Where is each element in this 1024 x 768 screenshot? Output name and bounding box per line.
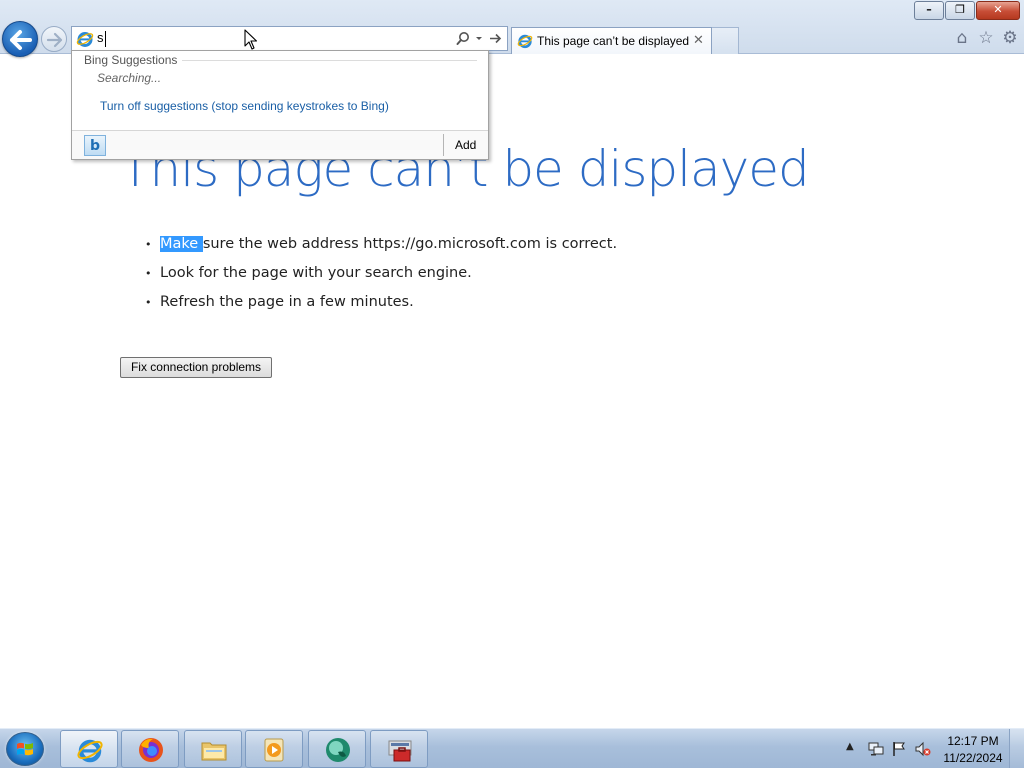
divider [182,60,477,61]
show-hidden-icons-icon[interactable]: ▲ [846,741,854,752]
back-arrow-icon [10,30,32,50]
tab-title: This page can’t be displayed [537,34,690,48]
bing-icon[interactable]: b [84,135,106,156]
firefox-icon [139,738,163,762]
suggestions-status: Searching... [97,71,162,85]
tab-close-icon[interactable]: ✕ [693,32,704,48]
volume-muted-icon[interactable] [915,741,931,757]
minimize-button[interactable]: – [914,1,944,20]
network-icon[interactable] [868,741,884,757]
toolbox-icon [388,740,412,762]
bullet-icon: • [145,267,152,280]
start-button[interactable] [6,732,44,766]
system-tray: ▲ 12:17 PM 11/22/2024 [843,729,1024,768]
tools-gear-icon[interactable]: ⚙ [998,28,1022,48]
text-caret [105,31,106,47]
bullet-icon: • [145,296,152,309]
divider [443,134,444,156]
turn-off-suggestions-link[interactable]: Turn off suggestions (stop sending keyst… [100,99,389,113]
mouse-pointer-icon [244,29,258,50]
window-controls: – ❐ ✕ [913,1,1020,20]
address-bar[interactable]: s [71,26,508,51]
clock-time[interactable]: 12:17 PM [943,734,1003,748]
internet-explorer-icon [76,32,94,47]
bullet-icon: • [145,238,152,251]
chevron-down-icon[interactable] [474,31,484,46]
action-center-flag-icon[interactable] [891,741,907,757]
windows-logo-icon [17,742,33,756]
taskbar-green-app[interactable] [308,730,366,768]
clock-date[interactable]: 11/22/2024 [940,751,1006,765]
go-arrow-icon[interactable] [488,31,503,46]
close-window-button[interactable]: ✕ [976,1,1020,20]
add-provider-button[interactable]: Add [455,138,476,152]
list-item: • Look for the page with your search engi… [145,265,617,294]
restore-icon: ❐ [955,3,965,16]
suggestions-footer: b Add [72,130,488,159]
suggestions-heading: Bing Suggestions [84,53,178,67]
browser-toolbar: – ❐ ✕ s This page can’t be displayed ✕ ⌂… [0,0,1024,57]
taskbar-file-explorer[interactable] [184,730,242,768]
taskbar-internet-explorer[interactable] [60,730,118,768]
taskbar-toolbox-app[interactable] [370,730,428,768]
restore-button[interactable]: ❐ [945,1,975,20]
new-tab-button[interactable] [712,27,739,54]
troubleshooting-list: • Make sure the web address https://go.mi… [145,236,617,323]
command-icons: ⌂ ☆ ⚙ [950,28,1022,48]
close-icon: ✕ [993,3,1003,16]
internet-explorer-icon [77,739,103,763]
taskbar-media-player[interactable] [245,730,303,768]
forward-button[interactable] [41,26,67,52]
search-icon[interactable] [456,31,470,46]
show-desktop-button[interactable] [1009,729,1024,768]
taskbar-firefox[interactable] [121,730,179,768]
minimize-icon: – [926,3,932,16]
folder-icon [201,742,227,761]
taskbar: ▲ 12:17 PM 11/22/2024 [0,728,1024,768]
address-input[interactable]: s [97,30,104,45]
tip-text: Refresh the page in a few minutes. [160,294,414,310]
tab-current-page[interactable]: This page can’t be displayed ✕ [511,27,712,54]
tip-text: Look for the page with your search engin… [160,265,472,281]
green-app-icon [326,738,350,762]
list-item: • Refresh the page in a few minutes. [145,294,617,323]
fix-connection-button[interactable]: Fix connection problems [120,357,272,378]
selected-text: Make [160,236,203,252]
tip-text: sure the web address https://go.microsof… [202,236,618,252]
forward-arrow-icon [46,32,63,48]
internet-explorer-icon [517,34,533,49]
favorites-star-icon[interactable]: ☆ [974,28,998,48]
media-player-icon [264,738,284,762]
list-item: • Make sure the web address https://go.mi… [145,236,617,265]
back-button[interactable] [2,21,38,57]
search-suggestions-dropdown: Bing Suggestions Searching... Turn off s… [71,50,489,160]
home-icon[interactable]: ⌂ [950,28,974,48]
